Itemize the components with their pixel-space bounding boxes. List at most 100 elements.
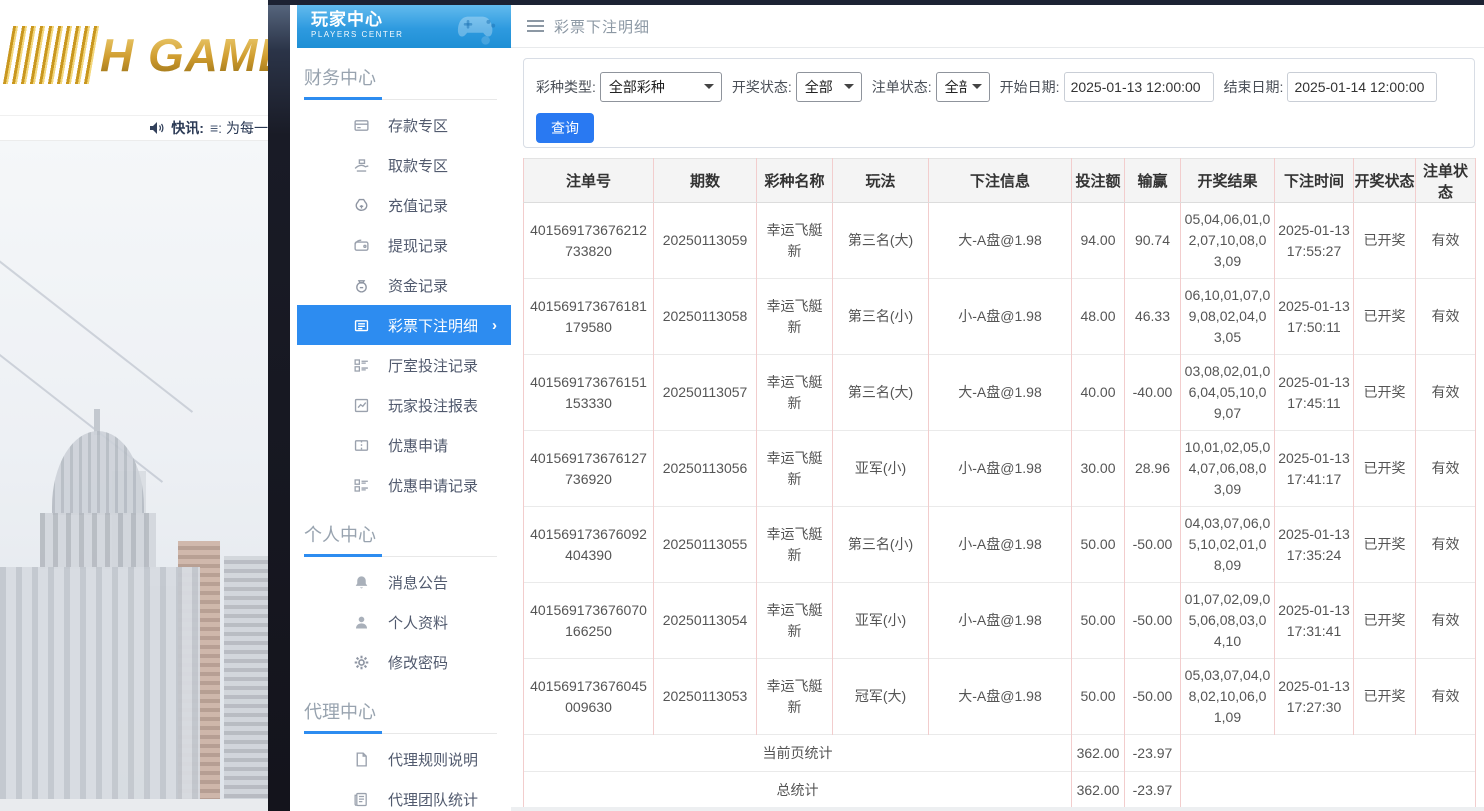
gear-icon: [352, 653, 370, 671]
cell-time: 2025-01-13 17:55:27: [1275, 203, 1354, 279]
sidebar-item-deposit-zone[interactable]: 存款专区: [290, 105, 511, 145]
cell-result: 05,04,06,01,02,07,10,08,03,09: [1181, 203, 1275, 279]
sidebar-item-announcements[interactable]: 消息公告: [290, 562, 511, 602]
sidebar-item-label: 资金记录: [388, 275, 448, 296]
promo-record-icon: [352, 476, 370, 494]
summary-empty: [1181, 735, 1476, 772]
bell-icon: [352, 573, 370, 591]
withdraw-hand-icon: [352, 156, 370, 174]
sidebar-item-hall-bet-records[interactable]: 厅室投注记录: [290, 345, 511, 385]
sidebar-item-bet-report[interactable]: 玩家投注报表: [290, 385, 511, 425]
gamepad-icon: [453, 9, 503, 52]
cell-amount: 40.00: [1072, 355, 1125, 431]
sidebar-item-recharge-records[interactable]: 充值记录: [290, 185, 511, 225]
cell-period: 20250113056: [654, 431, 757, 507]
col-header-period: 期数: [654, 159, 757, 203]
col-header-win: 输赢: [1125, 159, 1181, 203]
cell-order-status: 有效: [1416, 659, 1476, 735]
summary-amount: 362.00: [1072, 772, 1125, 809]
sidebar-item-label: 代理团队统计: [388, 789, 478, 810]
marquee-label: 快讯:: [171, 118, 204, 138]
sidebar-item-promo-records[interactable]: 优惠申请记录: [290, 465, 511, 505]
cell-order-no: 401569173676045009630: [524, 659, 654, 735]
col-header-amount: 投注额: [1072, 159, 1125, 203]
cell-period: 20250113053: [654, 659, 757, 735]
cell-time: 2025-01-13 17:50:11: [1275, 279, 1354, 355]
cell-lottery: 幸运飞艇新: [757, 507, 833, 583]
cell-win: -50.00: [1125, 507, 1181, 583]
cell-order-status: 有效: [1416, 431, 1476, 507]
cell-amount: 94.00: [1072, 203, 1125, 279]
sidebar-item-withdraw-records[interactable]: 提现记录: [290, 225, 511, 265]
cell-time: 2025-01-13 17:35:24: [1275, 507, 1354, 583]
section-title-personal: 个人中心: [304, 521, 497, 547]
logo-text: H GAME: [100, 28, 268, 82]
cell-play: 第三名(大): [833, 203, 929, 279]
col-header-result: 开奖结果: [1181, 159, 1275, 203]
section-title-finance: 财务中心: [304, 64, 497, 90]
sidebar-item-label: 优惠申请: [388, 435, 448, 456]
table-row: 401569173676151153330 20250113057 幸运飞艇新 …: [524, 355, 1476, 431]
marquee-text: 为每一: [226, 118, 268, 138]
sidebar-item-label: 优惠申请记录: [388, 475, 478, 496]
sidebar-item-label: 彩票下注明细: [388, 315, 478, 336]
cell-draw-status: 已开奖: [1354, 279, 1416, 355]
table-row: 401569173676045009630 20250113053 幸运飞艇新 …: [524, 659, 1476, 735]
summary-win: -23.97: [1125, 772, 1181, 809]
draw-status-select[interactable]: 全部: [796, 72, 862, 102]
sidebar-item-agent-rules[interactable]: 代理规则说明: [290, 739, 511, 779]
order-status-select[interactable]: 全部: [936, 72, 990, 102]
summary-win: -23.97: [1125, 735, 1181, 772]
sidebar-item-agent-team-stats[interactable]: 代理团队统计: [290, 779, 511, 811]
sidebar-item-promo-apply[interactable]: 优惠申请: [290, 425, 511, 465]
sidebar-item-withdraw-zone[interactable]: 取款专区: [290, 145, 511, 185]
total-summary-row: 总统计 362.00 -23.97: [524, 772, 1476, 809]
start-date-input[interactable]: [1064, 72, 1214, 102]
deposit-card-icon: [352, 116, 370, 134]
sidebar-item-change-password[interactable]: 修改密码: [290, 642, 511, 682]
cell-bet-info: 大-A盘@1.98: [929, 659, 1072, 735]
cell-amount: 48.00: [1072, 279, 1125, 355]
cell-bet-info: 大-A盘@1.98: [929, 203, 1072, 279]
sidebar-item-label: 玩家投注报表: [388, 395, 478, 416]
cell-play: 第三名(小): [833, 279, 929, 355]
screen: H GAME 快讯: ≡: 为每一 玩家中: [0, 0, 1484, 811]
cell-draw-status: 已开奖: [1354, 583, 1416, 659]
hh-game-logo: H GAME: [8, 26, 268, 84]
cell-period: 20250113055: [654, 507, 757, 583]
search-button[interactable]: 查询: [536, 113, 594, 143]
capitol-base: [0, 567, 200, 811]
cell-result: 06,10,01,07,09,08,02,04,03,05: [1181, 279, 1275, 355]
cell-order-no: 401569173676127736920: [524, 431, 654, 507]
cell-result: 05,03,07,04,08,02,10,06,01,09: [1181, 659, 1275, 735]
overlay-dim-strip: [268, 0, 290, 811]
end-date-input[interactable]: [1287, 72, 1437, 102]
recharge-bag-icon: [352, 196, 370, 214]
speaker-icon: [149, 121, 165, 135]
order-status-label: 注单状态:: [872, 77, 932, 97]
lottery-type-select[interactable]: 全部彩种: [600, 72, 722, 102]
marquee-list-icon: ≡:: [210, 120, 222, 136]
cell-amount: 50.00: [1072, 659, 1125, 735]
cell-period: 20250113058: [654, 279, 757, 355]
cell-lottery: 幸运飞艇新: [757, 355, 833, 431]
sidebar-item-lottery-bet-detail[interactable]: 彩票下注明细 ›: [297, 305, 511, 345]
sidebar-item-funds-records[interactable]: 资金记录: [290, 265, 511, 305]
cell-time: 2025-01-13 17:41:17: [1275, 431, 1354, 507]
cell-draw-status: 已开奖: [1354, 431, 1416, 507]
table-row: 401569173676092404390 20250113055 幸运飞艇新 …: [524, 507, 1476, 583]
sidebar-item-label: 充值记录: [388, 195, 448, 216]
cell-win: 90.74: [1125, 203, 1181, 279]
page-footer-strip: [0, 799, 268, 811]
col-header-order-status: 注单状态: [1416, 159, 1476, 203]
bridge-cable: [0, 251, 193, 413]
table-row: 401569173676127736920 20250113056 幸运飞艇新 …: [524, 431, 1476, 507]
cell-time: 2025-01-13 17:45:11: [1275, 355, 1354, 431]
menu-toggle-icon[interactable]: [527, 20, 544, 32]
cell-order-status: 有效: [1416, 203, 1476, 279]
cell-lottery: 幸运飞艇新: [757, 583, 833, 659]
sidebar-item-label: 取款专区: [388, 155, 448, 176]
cell-bet-info: 小-A盘@1.98: [929, 507, 1072, 583]
cell-result: 03,08,02,01,06,04,05,10,09,07: [1181, 355, 1275, 431]
sidebar-item-profile[interactable]: 个人资料: [290, 602, 511, 642]
